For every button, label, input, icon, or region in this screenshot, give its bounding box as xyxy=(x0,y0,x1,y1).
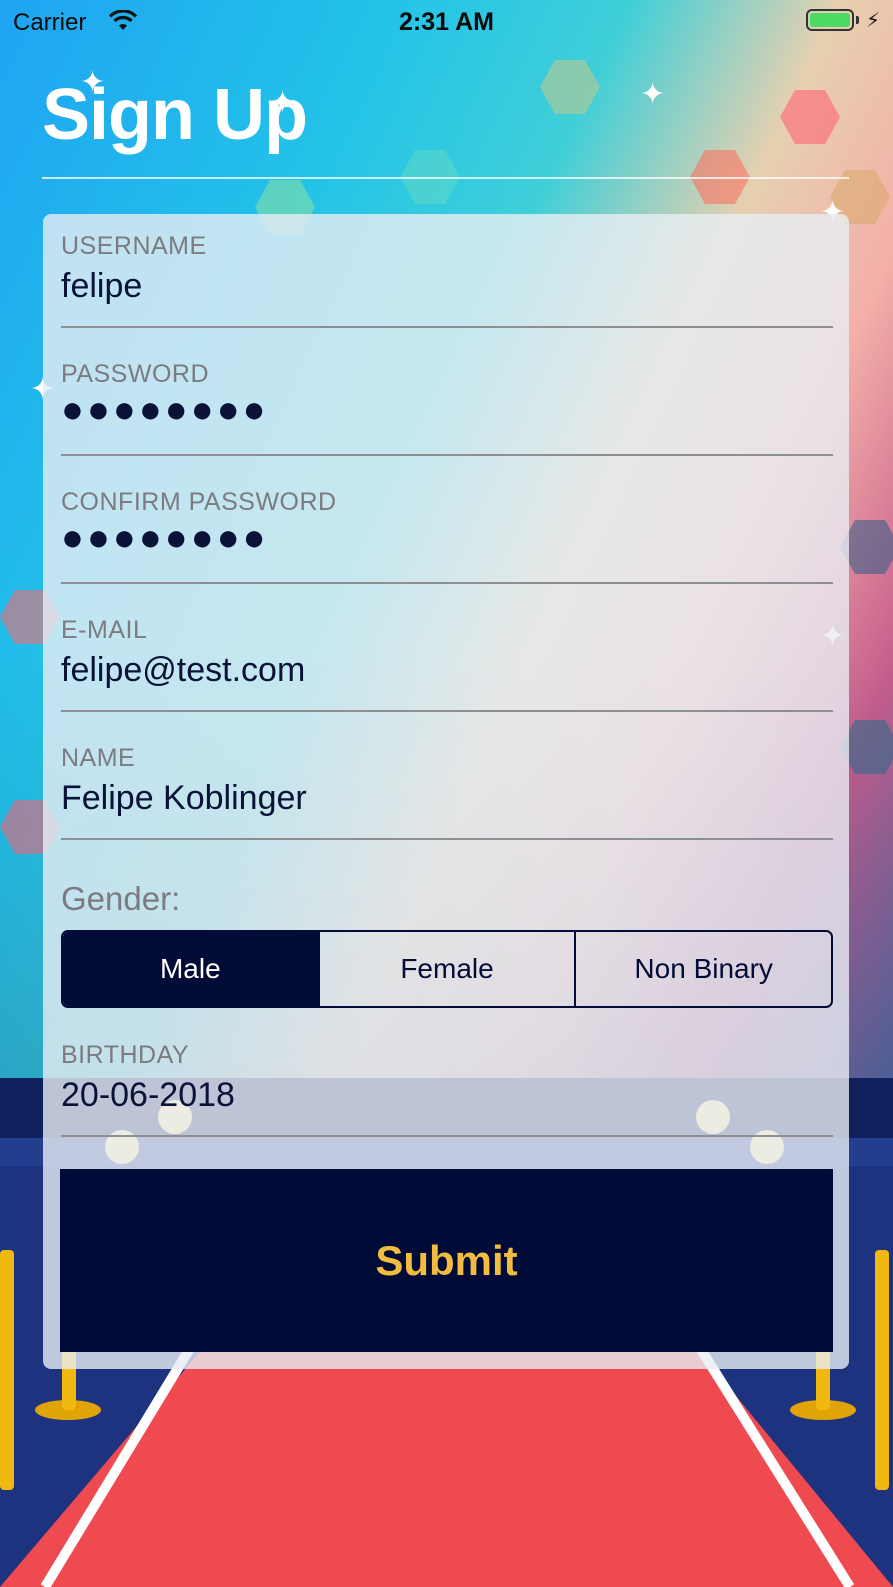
password-underline xyxy=(61,454,833,456)
birthday-field[interactable]: BIRTHDAY 20-06-2018 xyxy=(61,1041,833,1137)
gender-option-female[interactable]: Female xyxy=(317,932,575,1006)
username-label: USERNAME xyxy=(61,232,207,260)
confirm-password-field[interactable]: CONFIRM PASSWORD ●●●●●●●● xyxy=(61,488,833,584)
confirm-password-input[interactable]: ●●●●●●●● xyxy=(61,517,833,560)
name-input[interactable]: Felipe Koblinger xyxy=(61,779,833,818)
confirm-password-underline xyxy=(61,582,833,584)
name-underline xyxy=(61,838,833,840)
email-field[interactable]: E-MAIL felipe@test.com xyxy=(61,616,833,712)
red-carpet xyxy=(0,1340,893,1587)
birthday-underline xyxy=(61,1135,833,1137)
username-field[interactable]: USERNAME felipe xyxy=(61,232,833,328)
battery-cap xyxy=(856,16,859,24)
gender-option-male[interactable]: Male xyxy=(63,932,318,1006)
password-input[interactable]: ●●●●●●●● xyxy=(61,389,833,432)
name-label: NAME xyxy=(61,744,136,772)
clock: 2:31 AM xyxy=(399,8,494,36)
birthday-input[interactable]: 20-06-2018 xyxy=(61,1076,833,1115)
email-label: E-MAIL xyxy=(61,616,148,644)
gender-segmented-control[interactable]: Male Female Non Binary xyxy=(61,930,833,1008)
username-input[interactable]: felipe xyxy=(61,267,833,306)
stanchion-post xyxy=(0,1250,14,1490)
gender-label: Gender: xyxy=(61,880,181,917)
page-title: Sign Up xyxy=(42,75,308,155)
username-underline xyxy=(61,326,833,328)
gender-option-non-binary[interactable]: Non Binary xyxy=(574,932,831,1006)
name-field[interactable]: NAME Felipe Koblinger xyxy=(61,744,833,840)
password-label: PASSWORD xyxy=(61,360,209,388)
submit-button[interactable]: Submit xyxy=(60,1169,833,1352)
title-divider xyxy=(42,177,849,179)
birthday-label: BIRTHDAY xyxy=(61,1041,190,1069)
confirm-password-label: CONFIRM PASSWORD xyxy=(61,488,337,516)
charging-bolt-icon: ⚡ xyxy=(866,10,881,32)
status-bar: Carrier 2:31 AM ⚡ xyxy=(0,0,893,44)
email-input[interactable]: felipe@test.com xyxy=(61,651,833,690)
battery-icon xyxy=(806,9,854,31)
email-underline xyxy=(61,710,833,712)
stanchion-post xyxy=(875,1250,889,1490)
password-field[interactable]: PASSWORD ●●●●●●●● xyxy=(61,360,833,456)
sparkle-icon: ✦ xyxy=(640,78,666,111)
